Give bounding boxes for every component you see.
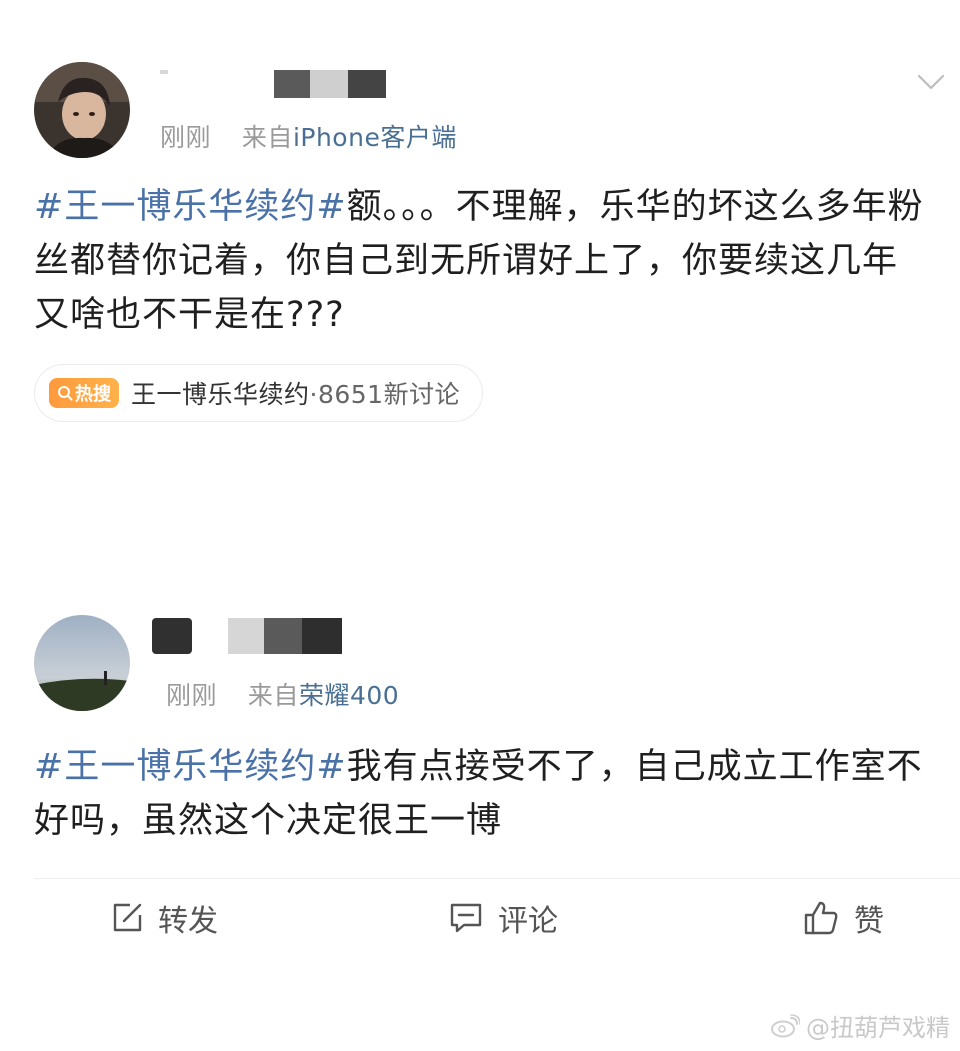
weibo-feed-screenshot: 刚刚 来自iPhone客户端 #王一博乐华续约#额。。。不理解，乐华的坏这么多年… <box>0 0 960 1051</box>
hot-search-chip[interactable]: 热搜 王一博乐华续约·8651新讨论 <box>34 364 484 422</box>
post-line: 又啥也不干是在??? <box>34 295 345 335</box>
post-time: 刚刚 <box>160 123 212 152</box>
comment-button[interactable]: 评论 <box>448 896 558 940</box>
source-prefix: 来自 <box>247 681 299 710</box>
post-meta: 刚刚 来自荣耀400 <box>166 676 399 712</box>
hot-badge: 热搜 <box>49 378 119 408</box>
post-time: 刚刚 <box>166 681 218 710</box>
post-line: #王一博乐华续约#我有点接受不了，自己成立工作室不 <box>34 747 923 787</box>
redacted-username[interactable] <box>160 70 386 98</box>
divider <box>34 878 960 879</box>
like-label: 赞 <box>854 904 884 939</box>
avatar-image <box>34 615 130 711</box>
avatar[interactable] <box>34 62 130 158</box>
watermark: @扭葫芦戏精 <box>770 1008 950 1043</box>
watermark-text: @扭葫芦戏精 <box>806 1014 950 1042</box>
post-line: 好吗，虽然这个决定很王一博 <box>34 801 503 841</box>
post-body: #王一博乐华续约#额。。。不理解，乐华的坏这么多年粉 丝都替你记着，你自己到无所… <box>34 180 924 342</box>
repost-button[interactable]: 转发 <box>110 896 218 940</box>
post-body: #王一博乐华续约#我有点接受不了，自己成立工作室不 好吗，虽然这个决定很王一博 <box>34 740 960 848</box>
post-line: #王一博乐华续约#额。。。不理解，乐华的坏这么多年粉 <box>34 187 924 227</box>
hashtag-link[interactable]: #王一博乐华续约# <box>34 187 347 227</box>
weibo-logo-icon <box>771 1013 800 1037</box>
post-meta: 刚刚 来自iPhone客户端 <box>160 118 457 154</box>
repost-icon <box>113 903 142 932</box>
repost-label: 转发 <box>158 904 218 939</box>
comment-icon <box>450 903 482 933</box>
post-source[interactable]: 荣耀400 <box>299 681 399 710</box>
avatar-image <box>34 62 130 158</box>
source-prefix: 来自 <box>241 123 293 152</box>
like-button[interactable]: 赞 <box>802 896 884 940</box>
post-line: 丝都替你记着，你自己到无所谓好上了，你要续这几年 <box>34 241 899 281</box>
avatar[interactable] <box>34 615 130 711</box>
post-source[interactable]: iPhone客户端 <box>293 123 457 152</box>
search-icon <box>58 386 73 401</box>
chevron-down-icon[interactable] <box>916 72 946 92</box>
hashtag-link[interactable]: #王一博乐华续约# <box>34 747 347 787</box>
hot-search-count: ·8651新讨论 <box>309 380 461 409</box>
thumbs-up-icon <box>804 901 838 935</box>
comment-label: 评论 <box>498 904 558 939</box>
hot-search-topic: 王一博乐华续约·8651新讨论 <box>131 380 461 409</box>
redacted-username[interactable] <box>152 618 342 654</box>
